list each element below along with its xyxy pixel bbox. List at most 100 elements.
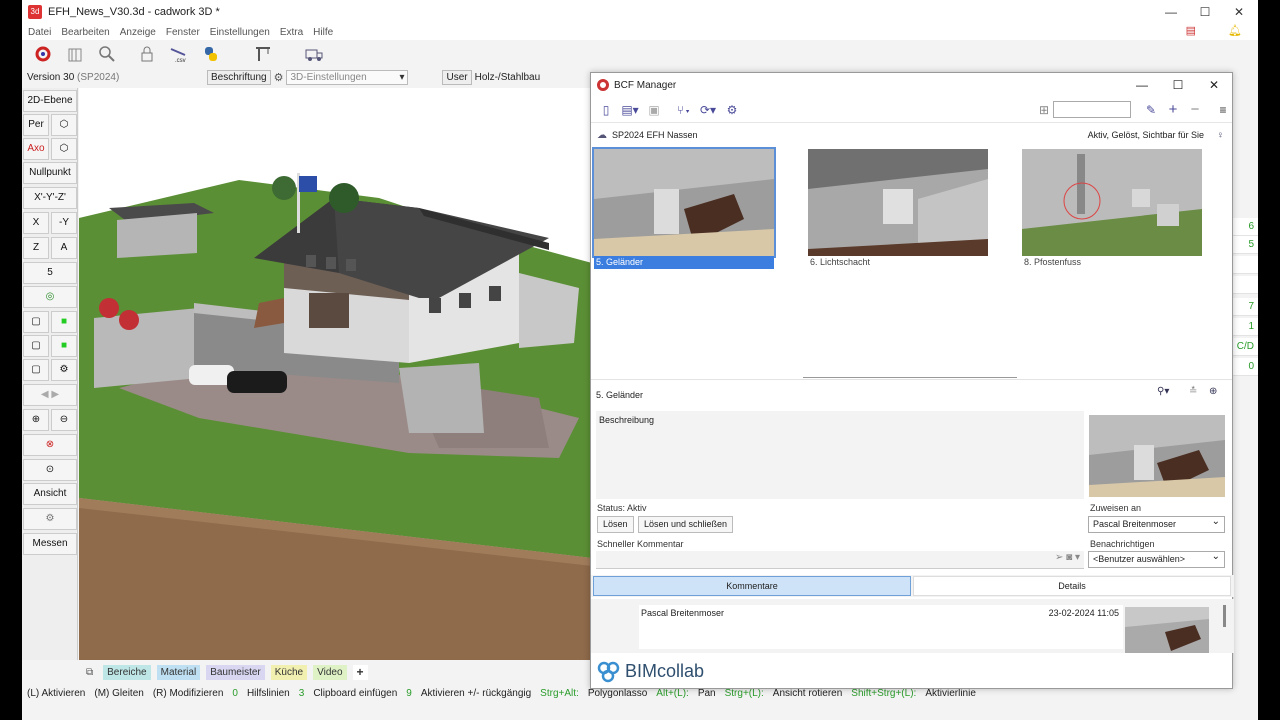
- quick-comment-input[interactable]: ➢ ◙ ▾: [596, 551, 1084, 569]
- window-layout-icon[interactable]: ⧉: [82, 665, 97, 680]
- hidden-cube-icon[interactable]: ▢: [23, 335, 49, 357]
- grid-view-icon[interactable]: ⊞: [1035, 101, 1053, 119]
- right-strip-cell[interactable]: 5: [1230, 236, 1258, 254]
- issue-snapshot[interactable]: [1089, 415, 1225, 497]
- ansicht-button[interactable]: Ansicht: [23, 483, 77, 505]
- 3d-settings-dropdown[interactable]: 3D-Einstellungen: [286, 69, 409, 85]
- zoom-reset-icon[interactable]: ⊗: [23, 434, 77, 456]
- minimize-button[interactable]: —: [1154, 0, 1188, 24]
- nullpunkt-button[interactable]: Nullpunkt: [23, 162, 77, 184]
- cube-gear-icon[interactable]: ⚙: [51, 359, 77, 381]
- z-view-button[interactable]: Z: [23, 237, 49, 259]
- layers-icon[interactable]: ≛: [1189, 386, 1197, 397]
- tab-material[interactable]: Material: [156, 665, 201, 680]
- menu-bearbeiten[interactable]: Bearbeiten: [61, 27, 109, 38]
- bell-icon[interactable]: 🔔︎: [1228, 24, 1242, 37]
- axo-button[interactable]: Axo: [23, 138, 49, 160]
- right-strip-cell[interactable]: [1230, 256, 1258, 274]
- zoom-in-icon[interactable]: ⊕: [23, 409, 49, 431]
- truck-icon[interactable]: [304, 43, 326, 65]
- zoom-window-icon[interactable]: ⊙: [23, 459, 77, 481]
- loesen-button[interactable]: Lösen: [597, 516, 634, 533]
- a-view-button[interactable]: A: [51, 237, 77, 259]
- building-icon[interactable]: [64, 43, 86, 65]
- comment-scrollbar[interactable]: [1223, 605, 1226, 627]
- menu-fenster[interactable]: Fenster: [166, 27, 200, 38]
- filter-icon[interactable]: ♀: [1217, 130, 1225, 141]
- zoom-search-icon[interactable]: ⚲▾: [1157, 386, 1169, 397]
- orbit-icon[interactable]: ◎: [23, 286, 77, 308]
- bcf-minimize-button[interactable]: —: [1124, 73, 1160, 97]
- bcf-search-input[interactable]: [1053, 101, 1131, 118]
- tab-bereiche[interactable]: Bereiche: [103, 665, 151, 680]
- edit-icon[interactable]: ✎: [1142, 101, 1160, 119]
- bimcollab-link-icon[interactable]: ⚙: [723, 101, 741, 119]
- tab-kueche[interactable]: Küche: [270, 665, 308, 680]
- zoom-to-icon[interactable]: ⊕: [1209, 386, 1217, 397]
- user-button[interactable]: User: [442, 69, 472, 85]
- bcf-close-button[interactable]: ✕: [1196, 73, 1232, 97]
- menu-anzeige[interactable]: Anzeige: [120, 27, 156, 38]
- menu-datei[interactable]: Datei: [28, 27, 51, 38]
- add-tab-button[interactable]: +: [352, 665, 368, 680]
- maximize-button[interactable]: ☐: [1188, 0, 1222, 24]
- notify-select[interactable]: <Benutzer auswählen>: [1088, 549, 1225, 568]
- messen-button[interactable]: Messen: [23, 533, 77, 555]
- connect-icon[interactable]: ⑂▾: [675, 101, 693, 119]
- crane-icon[interactable]: [252, 43, 274, 65]
- wireframe-cube-icon[interactable]: ▢: [23, 311, 49, 333]
- close-button[interactable]: ✕: [1222, 0, 1256, 24]
- pdf-icon[interactable]: ▤: [1186, 24, 1196, 37]
- zoom-out-icon[interactable]: ⊖: [51, 409, 77, 431]
- tab-video[interactable]: Video: [313, 665, 347, 680]
- menu-icon[interactable]: ≡: [1214, 101, 1232, 119]
- loesen-schliessen-button[interactable]: Lösen und schließen: [638, 516, 734, 533]
- add-issue-icon[interactable]: +: [1164, 101, 1182, 119]
- description-field[interactable]: Beschreibung: [596, 411, 1084, 499]
- minus-y-view-button[interactable]: -Y: [51, 212, 77, 234]
- menu-extra[interactable]: Extra: [280, 27, 303, 38]
- remove-issue-icon[interactable]: −: [1186, 101, 1204, 119]
- save-icon[interactable]: ▣: [645, 101, 663, 119]
- right-strip-cell[interactable]: C/D: [1230, 338, 1258, 356]
- bcf-maximize-button[interactable]: ☐: [1160, 73, 1196, 97]
- menu-hilfe[interactable]: Hilfe: [313, 27, 333, 38]
- perspective-button[interactable]: Per: [23, 114, 49, 136]
- lock-icon[interactable]: [136, 43, 158, 65]
- settings-wheel-icon[interactable]: ⚙: [23, 508, 77, 530]
- xyz-button[interactable]: X'-Y'-Z': [23, 187, 77, 209]
- axo-cube-icon[interactable]: ⬡: [51, 138, 77, 160]
- tab-baumeister[interactable]: Baumeister: [206, 665, 265, 680]
- beschriftung-button[interactable]: Beschriftung: [207, 69, 271, 85]
- assignee-select[interactable]: Pascal Breitenmoser: [1088, 514, 1225, 533]
- new-issue-icon[interactable]: ▯: [597, 101, 615, 119]
- solid-cube-icon[interactable]: ■: [51, 311, 77, 333]
- right-strip-cell[interactable]: 6: [1230, 218, 1258, 236]
- splitter-handle[interactable]: [803, 377, 1017, 378]
- tab-kommentare[interactable]: Kommentare: [593, 576, 911, 596]
- x-view-button[interactable]: X: [23, 212, 49, 234]
- sync-icon[interactable]: ⟳▾: [699, 101, 717, 119]
- tab-details[interactable]: Details: [913, 576, 1231, 596]
- right-strip-cell[interactable]: [1230, 276, 1258, 294]
- python-icon[interactable]: [200, 43, 222, 65]
- perspective-cube-icon[interactable]: ⬡: [51, 114, 77, 136]
- cadwork-logo-icon[interactable]: [32, 43, 54, 65]
- 3d-viewport[interactable]: [79, 88, 592, 660]
- 2d-ebene-button[interactable]: 2D-Ebene: [23, 90, 77, 112]
- cube-select-icon[interactable]: ▢: [23, 359, 49, 381]
- issue-card[interactable]: 6. Lichtschacht: [808, 149, 988, 269]
- issue-filter[interactable]: Aktiv, Gelöst, Sichtbar für Sie: [1088, 130, 1204, 140]
- send-camera-icons[interactable]: ➢ ◙ ▾: [1055, 552, 1080, 563]
- issue-card[interactable]: 8. Pfostenfuss: [1022, 149, 1202, 269]
- right-strip-cell[interactable]: 7: [1230, 298, 1258, 316]
- menu-einstellungen[interactable]: Einstellungen: [210, 27, 270, 38]
- right-strip-cell[interactable]: 1: [1230, 318, 1258, 336]
- gear-icon[interactable]: ⚙: [274, 71, 284, 84]
- right-strip-cell[interactable]: 0: [1230, 358, 1258, 376]
- shaded-cube-icon[interactable]: ■: [51, 335, 77, 357]
- search-icon[interactable]: [96, 43, 118, 65]
- five-button[interactable]: 5: [23, 262, 77, 284]
- comment-snapshot[interactable]: [1125, 607, 1209, 653]
- open-folder-icon[interactable]: ▤▾: [621, 101, 639, 119]
